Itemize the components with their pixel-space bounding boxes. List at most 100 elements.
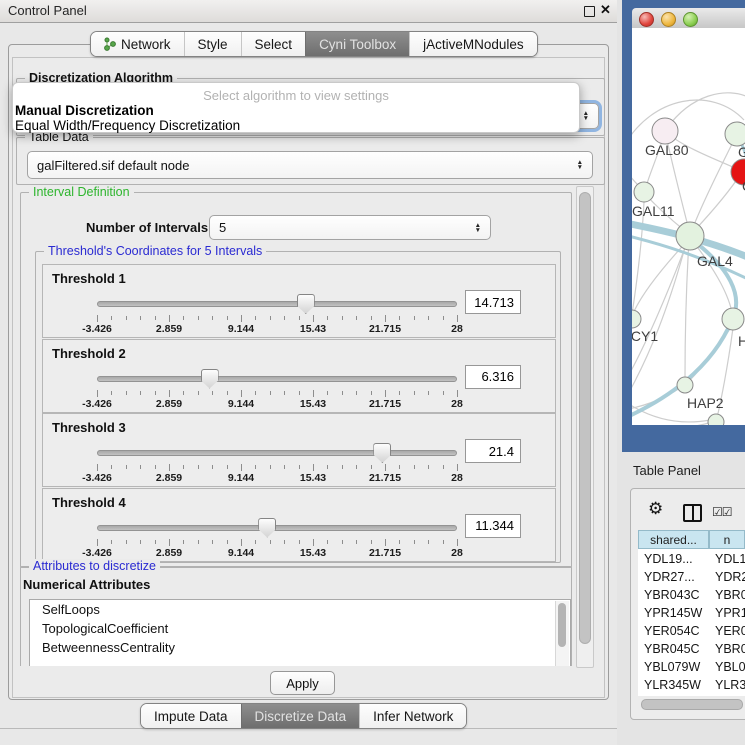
- network-node[interactable]: [722, 308, 744, 330]
- number-of-intervals-combobox[interactable]: 5 ▲▼: [209, 215, 491, 240]
- threshold-4-slider[interactable]: -3.4262.8599.14415.4321.71528: [97, 517, 457, 559]
- network-node[interactable]: [652, 118, 678, 144]
- close-icon[interactable]: ✕: [600, 2, 611, 18]
- tab-select[interactable]: Select: [241, 32, 306, 56]
- table-row[interactable]: YBR045C YBR0: [638, 640, 745, 658]
- split-view-icon[interactable]: [683, 504, 702, 522]
- gear-icon[interactable]: ⚙: [648, 500, 663, 517]
- tick-mark: [212, 465, 213, 469]
- network-node[interactable]: [634, 182, 654, 202]
- cell-shared-name[interactable]: YBR045C: [644, 642, 700, 656]
- table-data-combobox[interactable]: galFiltered.sif default node ▲▼: [27, 151, 593, 179]
- numerical-attributes-list[interactable]: SelfLoopsTopologicalCoefficientBetweenne…: [29, 599, 571, 666]
- attribute-item[interactable]: BetweennessCentrality: [30, 638, 570, 657]
- algorithm-popup: Select algorithm to view settings Manual…: [12, 82, 580, 133]
- node-table[interactable]: shared...n YDL19... YDL1 YDR27... YDR2 YBR043…: [638, 530, 745, 696]
- slider-thumb[interactable]: [201, 369, 219, 389]
- select-columns-icon[interactable]: ☑☑: [712, 505, 732, 519]
- network-node[interactable]: [677, 377, 693, 393]
- slider-track[interactable]: [97, 450, 457, 456]
- tick-mark: [126, 540, 127, 544]
- column-header-2[interactable]: n: [709, 530, 745, 549]
- network-canvas[interactable]: GAL80GACGAL11GAL4GCY1HHAP2: [632, 28, 745, 425]
- network-node[interactable]: [725, 122, 745, 146]
- cell-name[interactable]: YER0: [715, 624, 745, 638]
- close-traffic-light-icon[interactable]: [639, 12, 654, 27]
- table-row[interactable]: YDL19... YDL1: [638, 550, 745, 568]
- cell-shared-name[interactable]: YPR145W: [644, 606, 702, 620]
- table-hscrollbar-thumb[interactable]: [641, 699, 743, 710]
- minimize-traffic-light-icon[interactable]: [661, 12, 676, 27]
- tab-label: Infer Network: [373, 709, 453, 724]
- network-node[interactable]: [632, 310, 641, 328]
- tick-mark: [212, 391, 213, 395]
- cell-name[interactable]: YDR2: [715, 570, 745, 584]
- column-header-1[interactable]: shared...: [638, 530, 709, 549]
- table-row[interactable]: YDR27... YDR2: [638, 568, 745, 586]
- cell-name[interactable]: YBR0: [715, 588, 745, 602]
- cell-shared-name[interactable]: YLR345W: [644, 678, 701, 692]
- attribute-item[interactable]: TopologicalCoefficient: [30, 619, 570, 638]
- network-edge[interactable]: [632, 422, 712, 425]
- cell-shared-name[interactable]: YDR27...: [644, 570, 695, 584]
- settings-scrollbar-thumb[interactable]: [579, 192, 591, 644]
- settings-scrollbar[interactable]: [576, 186, 594, 668]
- cell-name[interactable]: YBL0: [715, 660, 745, 674]
- combo-spinner-icon[interactable]: ▲▼: [583, 111, 589, 121]
- slider-track[interactable]: [97, 525, 457, 531]
- combo-spinner-icon[interactable]: ▲▼: [475, 223, 481, 233]
- slider-thumb[interactable]: [373, 443, 391, 463]
- slider-track[interactable]: [97, 301, 457, 307]
- cell-shared-name[interactable]: YBL079W: [644, 660, 700, 674]
- tab-network[interactable]: Network: [91, 32, 184, 56]
- network-window-titlebar[interactable]: [632, 8, 745, 29]
- threshold-3-value[interactable]: [465, 439, 521, 463]
- tick-mark: [356, 391, 357, 395]
- table-row[interactable]: YBR043C YBR0: [638, 586, 745, 604]
- tick-mark: [356, 316, 357, 320]
- combo-spinner-icon[interactable]: ▲▼: [577, 160, 583, 170]
- zoom-traffic-light-icon[interactable]: [683, 12, 698, 27]
- tab-discretize-data[interactable]: Discretize Data: [241, 704, 360, 728]
- apply-button[interactable]: Apply: [270, 671, 335, 695]
- cell-shared-name[interactable]: YBR043C: [644, 588, 700, 602]
- threshold-4-value[interactable]: [465, 514, 521, 538]
- tab-cyni-toolbox[interactable]: Cyni Toolbox: [305, 32, 409, 56]
- cell-name[interactable]: YBR0: [715, 642, 745, 656]
- tab-impute-data[interactable]: Impute Data: [141, 704, 241, 728]
- float-window-icon[interactable]: [584, 6, 595, 17]
- table-row[interactable]: YPR145W YPR1: [638, 604, 745, 622]
- network-node[interactable]: [676, 222, 704, 250]
- tick-mark: [198, 391, 199, 395]
- cell-name[interactable]: YPR1: [715, 606, 745, 620]
- threshold-2-value[interactable]: [465, 365, 521, 389]
- algorithm-option-manual-discretization[interactable]: Manual Discretization: [13, 103, 579, 118]
- threshold-3-slider[interactable]: -3.4262.8599.14415.4321.71528: [97, 442, 457, 484]
- slider-thumb[interactable]: [258, 518, 276, 538]
- attributes-scrollbar-thumb[interactable]: [558, 603, 566, 647]
- threshold-1-value[interactable]: [465, 290, 521, 314]
- algorithm-option-equal-width-frequency-discretization[interactable]: Equal Width/Frequency Discretization: [13, 118, 579, 133]
- slider-thumb[interactable]: [297, 294, 315, 314]
- cell-name[interactable]: YLR3: [715, 678, 745, 692]
- cell-shared-name[interactable]: YDL19...: [644, 552, 693, 566]
- slider-track[interactable]: [97, 376, 457, 382]
- tab-infer-network[interactable]: Infer Network: [359, 704, 466, 728]
- attributes-scrollbar[interactable]: [555, 601, 569, 666]
- cell-shared-name[interactable]: YER054C: [644, 624, 700, 638]
- table-row[interactable]: YER054C YER0: [638, 622, 745, 640]
- tab-label: Select: [255, 37, 293, 52]
- cell-name[interactable]: YDL1: [715, 552, 745, 566]
- table-hscrollbar[interactable]: [639, 698, 745, 710]
- attribute-item[interactable]: SelfLoops: [30, 600, 570, 619]
- network-edge[interactable]: [685, 240, 689, 377]
- table-row[interactable]: YLR345W YLR3: [638, 676, 745, 694]
- threshold-2-slider[interactable]: -3.4262.8599.14415.4321.71528: [97, 368, 457, 410]
- table-row[interactable]: YIL052CYIL0: [638, 694, 745, 696]
- network-node[interactable]: [708, 414, 724, 425]
- table-row[interactable]: YBL079W YBL0: [638, 658, 745, 676]
- threshold-1-slider[interactable]: -3.4262.8599.14415.4321.71528: [97, 293, 457, 335]
- network-edge[interactable]: [692, 134, 737, 230]
- tab-jactivemnodules[interactable]: jActiveMNodules: [409, 32, 537, 56]
- tab-style[interactable]: Style: [184, 32, 241, 56]
